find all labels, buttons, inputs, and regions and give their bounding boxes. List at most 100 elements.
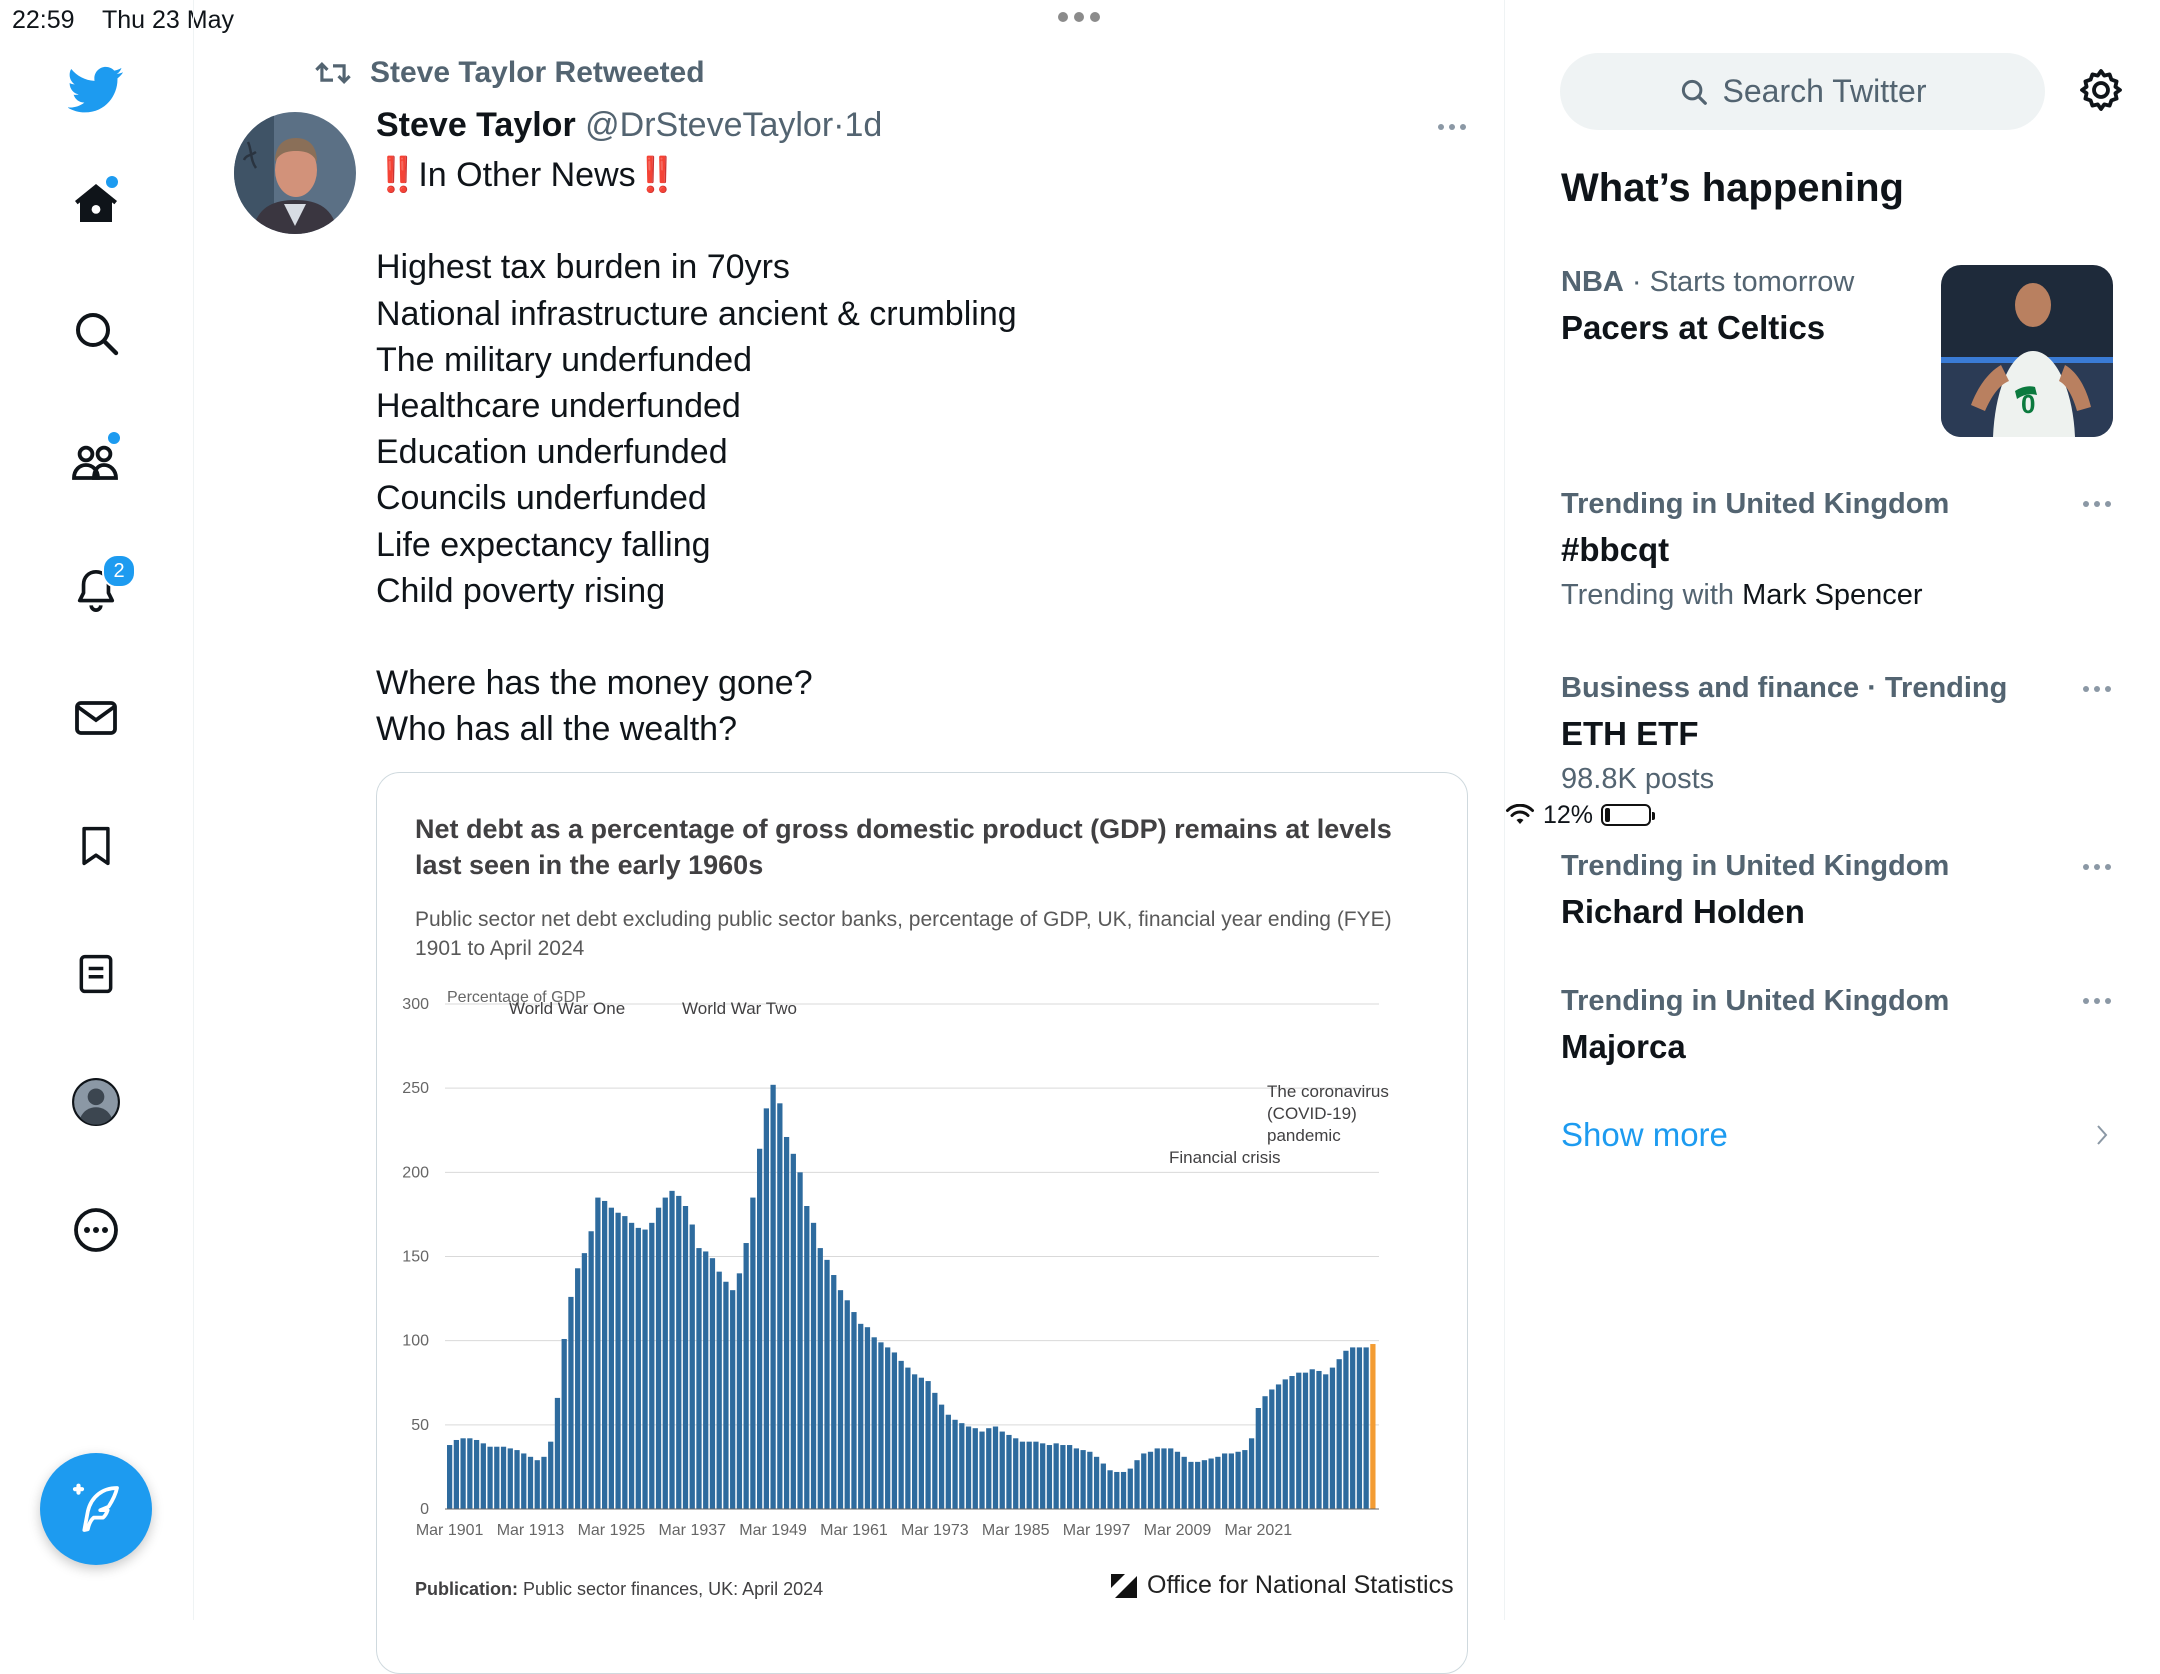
chart-bar — [1154, 1448, 1160, 1509]
chart-bar — [669, 1190, 675, 1509]
chart-bar — [858, 1323, 864, 1509]
messages-icon[interactable] — [60, 682, 132, 754]
chart-annotation: World War One — [509, 999, 625, 1018]
trend-item[interactable]: Trending in United Kingdom Majorca — [1561, 985, 1949, 1066]
chart-bar — [1316, 1370, 1322, 1509]
whats-happening-title: What’s happening — [1561, 166, 1904, 210]
main-timeline: Steve Taylor Retweeted Steve Taylor @DrS… — [194, 0, 1505, 1674]
chart-bar — [790, 1153, 796, 1509]
compose-tweet-button[interactable] — [40, 1453, 152, 1565]
chart-annotation: World War Two — [682, 999, 797, 1018]
chart-bar — [831, 1275, 837, 1509]
author-avatar[interactable] — [234, 112, 356, 234]
trend-title: ETH ETF — [1561, 715, 1699, 752]
tweet-line: The military underfunded — [376, 340, 753, 379]
notifications-bell-icon[interactable]: 2 — [60, 554, 136, 626]
trend-more-icon[interactable] — [2083, 998, 2111, 1004]
settings-gear-icon[interactable] — [2077, 66, 2125, 119]
chart-bar — [554, 1397, 561, 1509]
profile-avatar-icon[interactable] — [60, 1066, 132, 1138]
trend-more-icon[interactable] — [2083, 864, 2111, 870]
chart-bar — [1329, 1367, 1336, 1509]
chart-bar — [797, 1172, 803, 1509]
explore-search-icon[interactable] — [60, 297, 132, 369]
chart-bar — [1222, 1453, 1228, 1509]
chart-bar — [925, 1381, 931, 1509]
y-tick-label: 100 — [402, 1333, 429, 1350]
y-tick-label: 150 — [402, 1249, 429, 1266]
chart-bar — [851, 1312, 857, 1509]
chart-bar — [1053, 1443, 1059, 1509]
footer-value: Public sector finances, UK: April 2024 — [523, 1579, 824, 1599]
chart-bar — [1208, 1458, 1214, 1509]
trend-thumbnail[interactable]: 0 — [1941, 265, 2113, 437]
chart-bar — [1174, 1451, 1181, 1509]
chart-bar — [945, 1414, 951, 1509]
chart-bar — [905, 1367, 911, 1509]
show-more-link[interactable]: Show more — [1561, 1116, 1728, 1154]
chart-bar — [1343, 1350, 1349, 1509]
chart-bar — [1323, 1374, 1329, 1509]
chart-bar — [689, 1224, 695, 1509]
chart-bar — [871, 1337, 877, 1509]
trend-item[interactable]: Trending in United Kingdom #bbcqt Trendi… — [1561, 488, 1949, 612]
chart-bar — [1269, 1389, 1275, 1509]
chart-bar — [1087, 1451, 1093, 1509]
retweet-context[interactable]: Steve Taylor Retweeted — [314, 56, 705, 90]
chart-bar — [1282, 1379, 1288, 1509]
author-handle[interactable]: @DrSteveTaylor — [585, 106, 833, 144]
chevron-right-icon — [2097, 1125, 2108, 1145]
tweet-age[interactable]: 1d — [845, 106, 883, 144]
chart-bar — [965, 1426, 972, 1509]
more-options-icon[interactable] — [60, 1194, 132, 1266]
chart-annotation: The coronavirus — [1267, 1082, 1389, 1101]
trend-subtitle-prefix: Trending with — [1561, 579, 1735, 611]
chart-bar — [1060, 1445, 1066, 1509]
chart-annotation: pandemic — [1267, 1126, 1341, 1145]
chart-bar — [1127, 1468, 1133, 1509]
tweet-media-card[interactable]: Net debt as a percentage of gross domest… — [376, 772, 1468, 1674]
chart-bar — [1013, 1438, 1019, 1509]
chart-bar — [979, 1431, 985, 1509]
chart-annotation: (COVID-19) — [1267, 1104, 1357, 1123]
chart-bar — [1006, 1434, 1012, 1509]
chart-footer: Publication: Public sector finances, UK:… — [415, 1579, 823, 1600]
trend-subtitle: 98.8K posts — [1561, 763, 1715, 795]
trend-item[interactable]: NBA · Starts tomorrow Pacers at Celtics — [1561, 266, 1854, 347]
twitter-logo-icon[interactable] — [60, 54, 132, 126]
chart-bar — [1195, 1461, 1201, 1509]
chart-bar — [999, 1431, 1005, 1509]
tweet-body-lines: Highest tax burden in 70yrs National inf… — [376, 248, 1017, 748]
chart-bar — [1309, 1369, 1315, 1509]
chart-bar — [912, 1374, 918, 1509]
chart-bar — [1350, 1347, 1356, 1509]
chart-bar — [1289, 1376, 1295, 1509]
search-input[interactable]: Search Twitter — [1560, 53, 2045, 130]
trend-item[interactable]: Trending in United Kingdom Richard Holde… — [1561, 850, 1949, 931]
trend-item[interactable]: Business and finance · Trending ETH ETF … — [1561, 672, 2007, 796]
tweet-more-icon[interactable] — [1438, 124, 1466, 130]
trend-category: Trending in United Kingdom — [1561, 985, 1950, 1017]
chart-bar — [770, 1084, 776, 1509]
trend-more-icon[interactable] — [2083, 501, 2111, 507]
trend-subtitle-name[interactable]: Mark Spencer — [1742, 579, 1923, 611]
ons-logo-icon — [1111, 1574, 1137, 1598]
x-tick-label: Mar 1925 — [578, 1522, 646, 1539]
communities-icon[interactable] — [60, 424, 132, 496]
chart-bar — [1026, 1441, 1032, 1509]
chart-bar — [521, 1453, 527, 1509]
debt-bar-chart: 050100150200250300 Percentage of GDPMar 1… — [402, 989, 1389, 1539]
home-icon[interactable] — [60, 168, 132, 240]
chart-bar — [1141, 1453, 1147, 1509]
trend-more-icon[interactable] — [2083, 686, 2111, 692]
tweet-line: Who has all the wealth? — [376, 710, 737, 749]
tweet-line: Life expectancy falling — [376, 525, 711, 564]
ons-logo: Office for National Statistics — [1109, 1570, 1454, 1600]
trend-title: #bbcqt — [1561, 531, 1670, 568]
lists-icon[interactable] — [60, 938, 132, 1010]
author-name[interactable]: Steve Taylor — [376, 106, 576, 144]
chart-bar — [500, 1446, 507, 1509]
bookmarks-icon[interactable] — [60, 810, 132, 882]
chart-bar — [804, 1206, 810, 1509]
chart-bar — [1080, 1450, 1086, 1509]
